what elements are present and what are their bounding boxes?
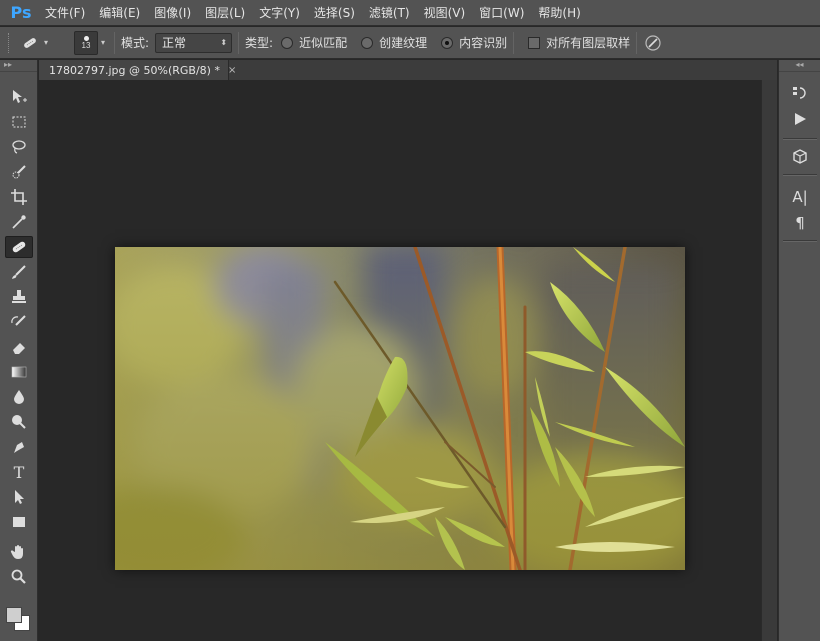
radio-content-aware-label: 内容识别 [459,36,508,50]
spot-healing-brush-tool-icon[interactable] [5,236,33,258]
bamboo-photo [115,247,685,570]
quick-selection-tool-icon[interactable] [5,161,33,183]
pressure-pen-icon [645,34,661,51]
menu-bar: Ps 文件(F) 编辑(E) 图像(I) 图层(L) 文字(Y) 选择(S) 滤… [0,0,820,26]
panel-separator [783,138,817,140]
separator [114,31,115,54]
path-selection-tool-icon[interactable] [5,486,33,508]
lasso-tool-icon[interactable] [5,136,33,158]
pen-tool-icon[interactable] [5,436,33,458]
3d-icon[interactable] [787,146,813,168]
collapsed-panels-dock: ◂◂ A| ¶ [778,60,820,641]
gradient-tool-icon[interactable] [5,361,33,383]
updown-chevron-icon: ⬍ [220,38,228,47]
document-tab-bar: 17802797.jpg @ 50%(RGB/8) * × [39,60,777,80]
character-icon[interactable]: A| [787,186,813,208]
crop-tool-icon[interactable] [5,186,33,208]
menu-help[interactable]: 帮助(H) [531,0,587,26]
close-icon[interactable]: × [228,65,236,76]
dodge-tool-icon[interactable] [5,411,33,433]
radio-content-aware[interactable] [441,36,454,49]
move-tool-icon[interactable] [5,86,33,108]
options-bar-grip[interactable] [8,32,12,53]
hand-tool-icon[interactable] [5,541,33,563]
menu-view[interactable]: 视图(V) [417,0,473,26]
menu-filter[interactable]: 滤镜(T) [362,0,417,26]
menu-type[interactable]: 文字(Y) [252,0,307,26]
pressure-size-button[interactable] [643,33,663,53]
menu-select[interactable]: 选择(S) [307,0,362,26]
clone-stamp-tool-icon[interactable] [5,286,33,308]
tool-preset-picker[interactable]: ▾ [20,31,60,55]
panel-separator [783,240,817,242]
actions-play-icon[interactable] [787,108,813,130]
brush-picker-arrow-icon[interactable]: ▾ [98,31,108,55]
zoom-tool-icon[interactable] [5,566,33,588]
mode-value: 正常 [162,36,187,50]
radio-proximity-match[interactable] [281,36,294,49]
chevron-down-icon: ▾ [44,38,49,47]
separator [636,31,638,54]
mode-label: 模式: [121,36,150,50]
menu-layer[interactable]: 图层(L) [198,0,252,26]
tools-panel-collapse-icon[interactable]: ▸▸ [0,60,37,72]
menu-edit[interactable]: 编辑(E) [92,0,147,26]
history-brush-tool-icon[interactable] [5,311,33,333]
vertical-scrollbar[interactable] [761,80,777,641]
blur-tool-icon[interactable] [5,386,33,408]
photoshop-logo: Ps [10,3,32,22]
sample-all-layers-checkbox[interactable] [528,36,541,49]
spot-healing-brush-icon [23,36,37,49]
paragraph-icon[interactable]: ¶ [787,212,813,234]
radio-create-texture[interactable] [361,36,374,49]
radio-create-texture-label: 创建纹理 [379,36,428,50]
mode-select[interactable]: 正常 ⬍ [155,32,233,53]
marquee-tool-icon[interactable] [5,111,33,133]
radio-proximity-match-label: 近似匹配 [299,36,348,50]
brush-size-picker[interactable]: 13 [74,30,98,55]
options-bar: ▾ 13 ▾ 模式: 正常 ⬍ 类型: 近似匹配 创建纹理 内容识别 对所有图层… [0,27,820,59]
menu-window[interactable]: 窗口(W) [472,0,531,26]
type-label: 类型: [245,36,274,50]
separator [513,31,515,54]
document-tab-title: 17802797.jpg @ 50%(RGB/8) * [49,63,220,77]
separator [238,31,240,54]
eyedropper-tool-icon[interactable] [5,211,33,233]
sample-all-layers-label: 对所有图层取样 [546,36,631,50]
type-tool-icon[interactable]: T [5,461,33,483]
document-image[interactable] [115,247,685,570]
menu-file[interactable]: 文件(F) [38,0,92,26]
document-tab[interactable]: 17802797.jpg @ 50%(RGB/8) * × [39,60,236,80]
eraser-tool-icon[interactable] [5,336,33,358]
menu-image[interactable]: 图像(I) [147,0,198,26]
foreground-color-swatch[interactable] [6,607,22,623]
brush-size-value: 13 [81,40,91,50]
brush-tool-icon[interactable] [5,261,33,283]
panel-collapse-icon[interactable]: ◂◂ [779,60,820,72]
color-swatches [4,605,34,641]
rectangle-tool-icon[interactable] [5,511,33,533]
tools-panel: ▸▸ T [0,60,38,641]
panel-separator [783,174,817,176]
history-icon[interactable] [787,82,813,104]
